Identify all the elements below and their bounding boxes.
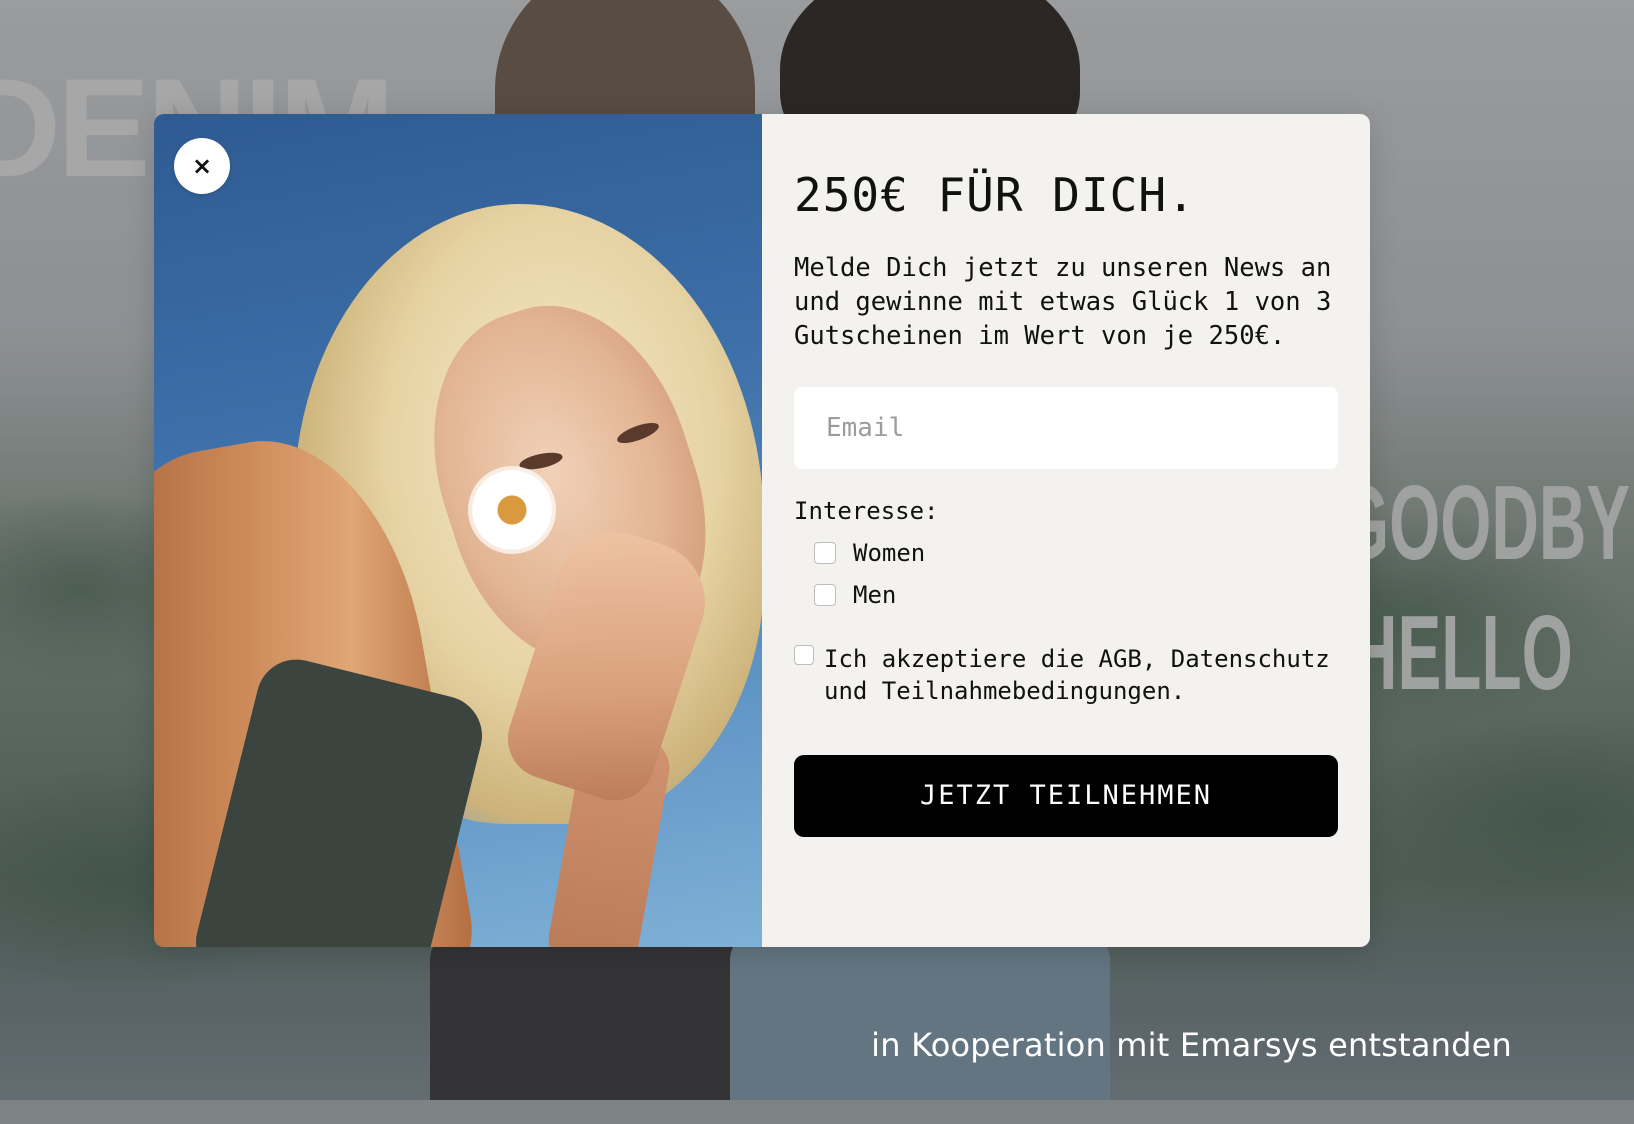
women-checkbox[interactable] [814, 541, 836, 564]
popup-description: Melde Dich jetzt zu unseren News an und … [794, 252, 1332, 351]
interest-option-women[interactable]: Women [814, 539, 1338, 567]
cooperation-credit: in Kooperation mit Emarsys entstanden [871, 1026, 1512, 1064]
daisy-flower [472, 470, 552, 550]
women-label: Women [853, 538, 926, 567]
men-checkbox[interactable] [814, 583, 836, 606]
close-icon: × [191, 152, 213, 180]
newsletter-popup: × 250€ FÜR DICH. Melde Dich jetzt zu uns… [154, 114, 1370, 947]
close-button[interactable]: × [174, 138, 230, 194]
submit-button[interactable]: JETZT TEILNEHMEN [794, 754, 1338, 837]
email-input[interactable] [794, 386, 1338, 469]
terms-label: Ich akzeptiere die AGB, Datenschutz und … [824, 644, 1330, 705]
interest-label: Interesse: [794, 496, 939, 525]
men-label: Men [853, 580, 897, 609]
terms-consent[interactable]: Ich akzeptiere die AGB, Datenschutz und … [794, 643, 1338, 707]
interest-option-men[interactable]: Men [814, 581, 1338, 609]
terms-checkbox[interactable] [794, 644, 814, 665]
signup-form: 250€ FÜR DICH. Melde Dich jetzt zu unser… [762, 114, 1370, 947]
popup-title: 250€ FÜR DICH. [794, 168, 1196, 222]
popup-photo: × [154, 114, 762, 947]
